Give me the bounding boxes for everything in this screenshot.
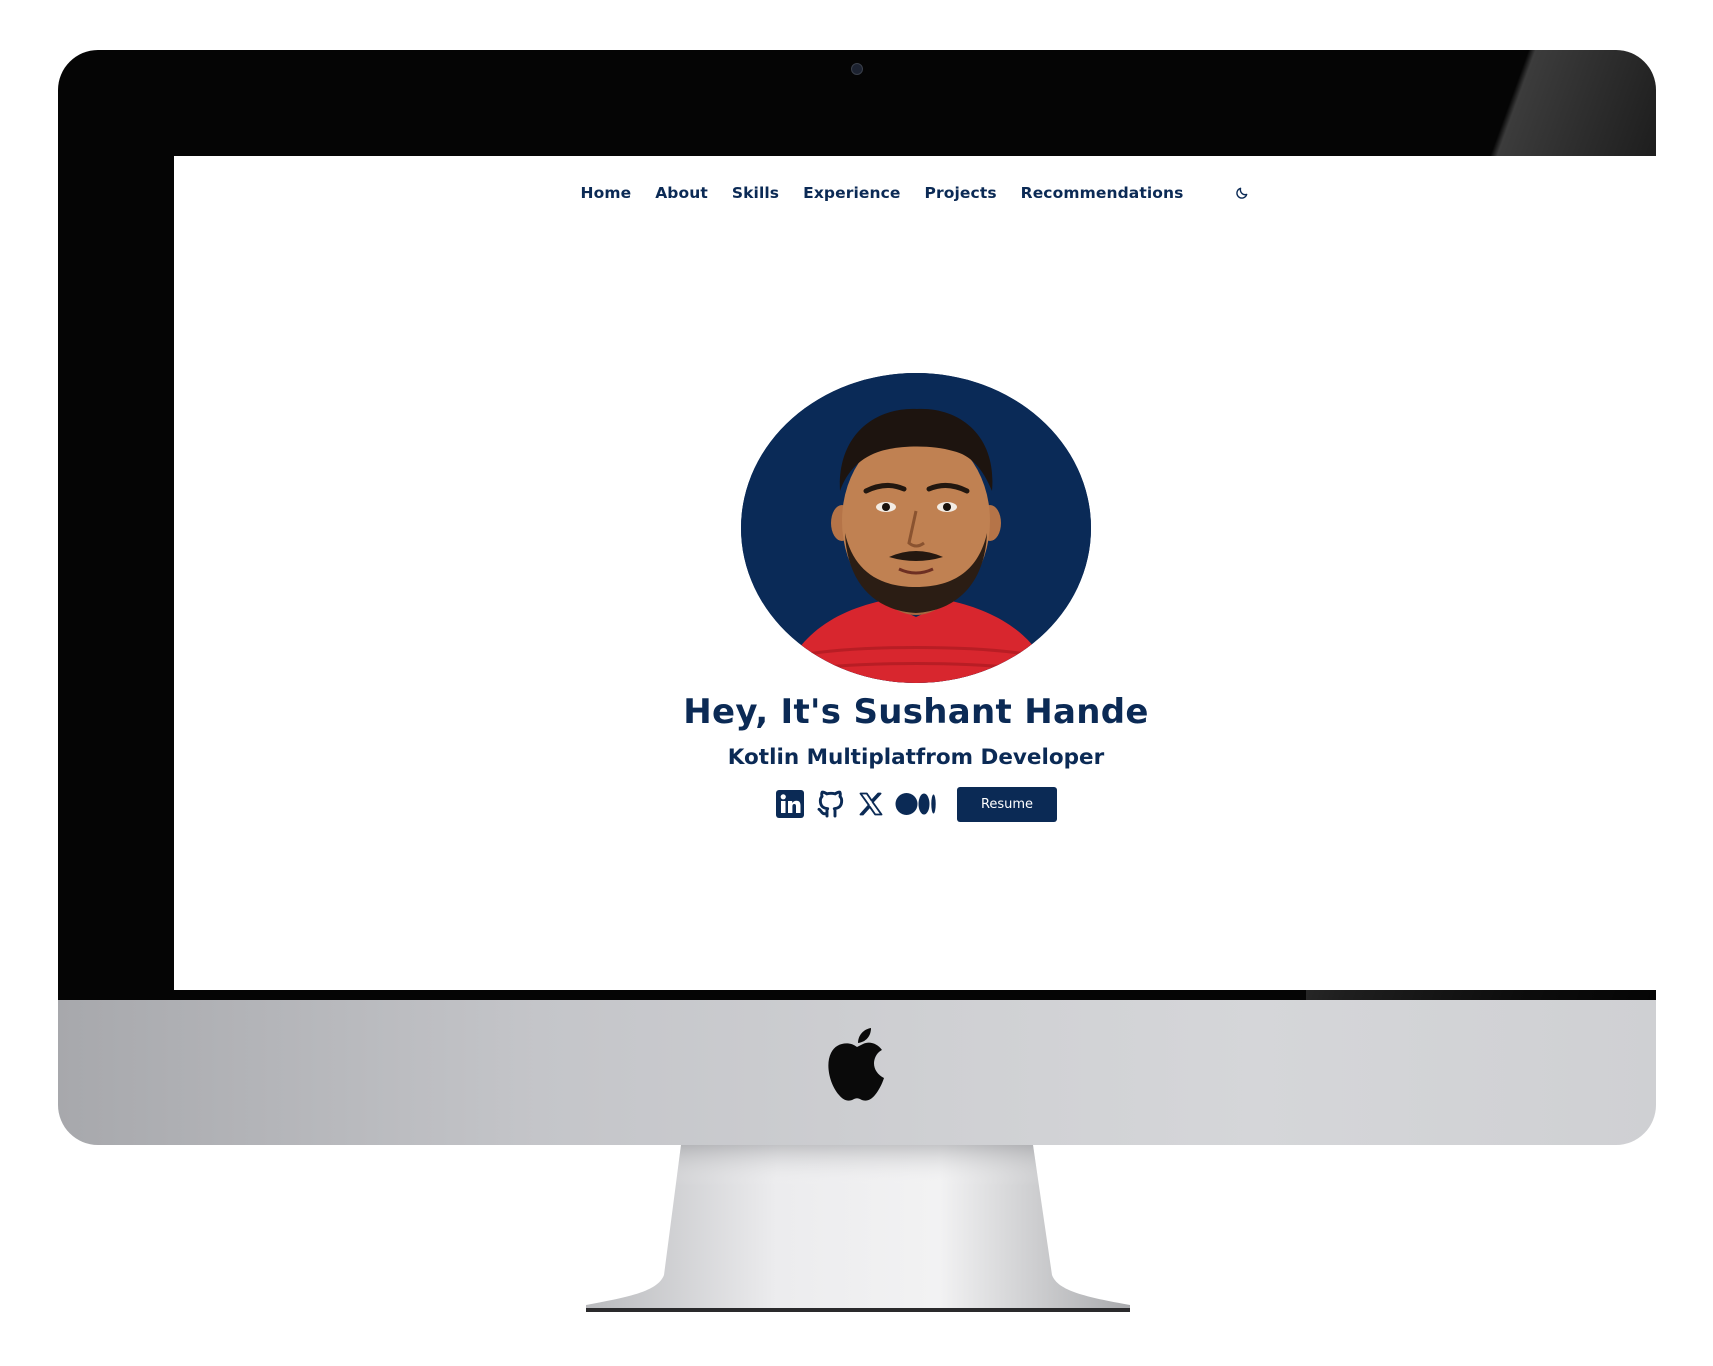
github-link[interactable]: [815, 788, 847, 820]
nav-recommendations[interactable]: Recommendations: [1021, 184, 1184, 202]
website-screen: Home About Skills Experience Projects Re…: [174, 156, 1656, 990]
x-link[interactable]: [857, 788, 885, 820]
imac-mockup: Home About Skills Experience Projects Re…: [0, 0, 1713, 1366]
hero-subtitle: Kotlin Multiplatfrom Developer: [727, 745, 1105, 770]
monitor-stand: [586, 1145, 1130, 1312]
monitor-bezel: Home About Skills Experience Projects Re…: [58, 50, 1656, 1000]
moon-icon: [1236, 187, 1248, 199]
medium-icon: [895, 793, 936, 815]
resume-button[interactable]: Resume: [957, 786, 1057, 822]
medium-link[interactable]: [895, 788, 937, 820]
linkedin-icon: [776, 790, 804, 818]
top-navigation: Home About Skills Experience Projects Re…: [174, 178, 1656, 208]
hero-title: Hey, It's Sushant Hande: [683, 692, 1149, 732]
nav-home[interactable]: Home: [581, 184, 632, 202]
profile-photo: [741, 373, 1091, 683]
nav-projects[interactable]: Projects: [925, 184, 997, 202]
nav-about[interactable]: About: [655, 184, 708, 202]
apple-logo-icon: [828, 1028, 884, 1101]
nav-skills[interactable]: Skills: [732, 184, 779, 202]
github-icon: [817, 790, 844, 818]
portrait-illustration: [741, 373, 1091, 683]
nav-experience[interactable]: Experience: [803, 184, 900, 202]
x-icon: [859, 792, 883, 816]
linkedin-link[interactable]: [775, 788, 805, 820]
theme-toggle-button[interactable]: [1233, 184, 1251, 202]
social-links: Resume: [174, 784, 1656, 824]
camera-icon: [851, 63, 863, 75]
